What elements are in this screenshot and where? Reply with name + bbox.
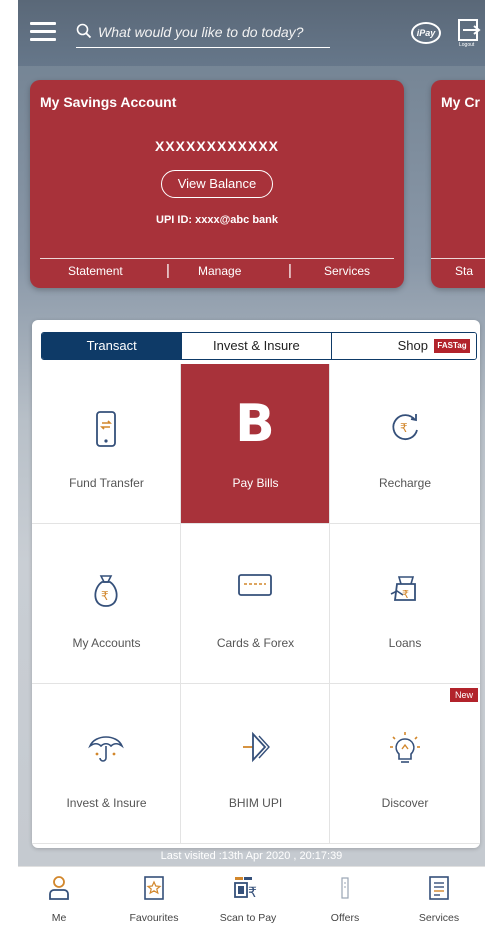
nav-label: Offers <box>330 912 360 924</box>
person-icon <box>49 876 69 900</box>
nav-label: Me <box>51 912 67 924</box>
tile-label: Invest & Insure <box>66 796 147 810</box>
card-divider <box>40 258 394 259</box>
star-icon <box>144 876 164 900</box>
account-number: XXXXXXXXXXXX <box>154 138 280 154</box>
logout-label: Logout <box>459 42 475 48</box>
fastag-badge: FASTag <box>434 339 471 353</box>
services-panel: Transact Invest & Insure Shop FASTag Fun… <box>32 320 480 848</box>
nav-favourites[interactable]: Favourites <box>114 875 194 924</box>
card-divider <box>431 258 485 259</box>
svg-text:₹: ₹ <box>402 588 409 601</box>
account-title: My Savings Account <box>40 94 177 110</box>
bottom-navigation: Me Favourites ₹ Scan to Pay Offers Servi… <box>18 866 485 940</box>
logout-icon <box>458 19 481 41</box>
new-badge: New <box>449 688 478 702</box>
recharge-tile[interactable]: ₹ Recharge <box>330 364 480 524</box>
tile-label: Cards & Forex <box>216 636 295 650</box>
bhim-upi-tile[interactable]: BHIM UPI <box>181 684 330 844</box>
loan-bag-icon: ₹ <box>390 576 416 601</box>
nav-scan-to-pay[interactable]: ₹ Scan to Pay <box>208 875 288 924</box>
upi-id: UPI ID: xxxx@abc bank <box>156 214 278 226</box>
qr-scan-icon: ₹ <box>234 877 257 901</box>
services-link[interactable]: Services <box>324 264 370 278</box>
tab-invest-insure[interactable]: Invest & Insure <box>182 333 332 359</box>
link-separator: | <box>166 262 170 279</box>
rupee-refresh-icon: ₹ <box>392 414 418 440</box>
cards-forex-tile[interactable]: Cards & Forex <box>181 524 330 684</box>
menu-icon[interactable] <box>30 22 56 42</box>
tile-label: My Accounts <box>72 636 141 650</box>
top-bar: iPay Logout <box>18 0 485 66</box>
money-bag-icon: ₹ <box>94 575 118 607</box>
tile-label: Fund Transfer <box>69 476 144 490</box>
savings-account-card: My Savings Account XXXXXXXXXXXX View Bal… <box>30 80 404 288</box>
tab-transact[interactable]: Transact <box>42 333 183 359</box>
nav-label: Services <box>418 912 460 924</box>
app-screen: iPay Logout My Savings Account XXXXXXXXX… <box>18 0 485 940</box>
phone-transfer-icon <box>96 411 116 447</box>
tab-bar: Transact Invest & Insure Shop FASTag <box>41 332 477 360</box>
nav-offers[interactable]: Offers <box>305 875 385 924</box>
svg-text:₹: ₹ <box>248 885 257 901</box>
offers-icon <box>341 877 349 899</box>
invest-insure-tile[interactable]: Invest & Insure <box>32 684 181 844</box>
search-input[interactable] <box>98 20 328 44</box>
discover-tile[interactable]: New Discover <box>330 684 480 844</box>
nav-me[interactable]: Me <box>19 875 99 924</box>
tile-label: BHIM UPI <box>228 796 283 810</box>
statement-link[interactable]: Sta <box>455 264 473 278</box>
credit-card-account-card[interactable]: My Cr Sta <box>431 80 485 288</box>
tile-label: Discover <box>381 796 429 810</box>
tab-shop[interactable]: Shop FASTag <box>331 333 476 359</box>
tile-label: Pay Bills <box>232 476 279 490</box>
bhim-upi-icon <box>243 731 270 763</box>
manage-link[interactable]: Manage <box>198 264 241 278</box>
my-accounts-tile[interactable]: ₹ My Accounts <box>32 524 181 684</box>
nav-label: Favourites <box>129 912 179 924</box>
tab-shop-label: Shop <box>397 338 429 353</box>
account-title: My Cr <box>441 94 480 110</box>
last-visited-text: Last visited :13th Apr 2020 , 20:17:39 <box>160 850 343 862</box>
bbps-logo-icon: B <box>235 394 275 454</box>
link-separator: | <box>288 262 292 279</box>
view-balance-button[interactable]: View Balance <box>161 170 273 198</box>
search-icon <box>76 23 92 39</box>
card-icon <box>238 574 272 596</box>
statement-link[interactable]: Statement <box>68 264 123 278</box>
fund-transfer-tile[interactable]: Fund Transfer <box>32 364 181 524</box>
loans-tile[interactable]: ₹ Loans <box>330 524 480 684</box>
services-list-icon <box>429 876 449 900</box>
nav-label: Scan to Pay <box>219 912 277 924</box>
ipay-button[interactable]: iPay <box>411 22 441 44</box>
tile-label: Loans <box>388 636 422 650</box>
umbrella-icon <box>88 736 124 762</box>
search-bar[interactable] <box>76 18 330 48</box>
nav-services[interactable]: Services <box>399 875 479 924</box>
tile-label: Recharge <box>378 476 432 490</box>
svg-text:₹: ₹ <box>400 421 408 435</box>
bulb-icon <box>390 732 420 763</box>
pay-bills-tile[interactable]: B Pay Bills <box>181 364 330 524</box>
svg-text:₹: ₹ <box>101 589 109 603</box>
logout-button[interactable]: Logout <box>457 18 485 48</box>
